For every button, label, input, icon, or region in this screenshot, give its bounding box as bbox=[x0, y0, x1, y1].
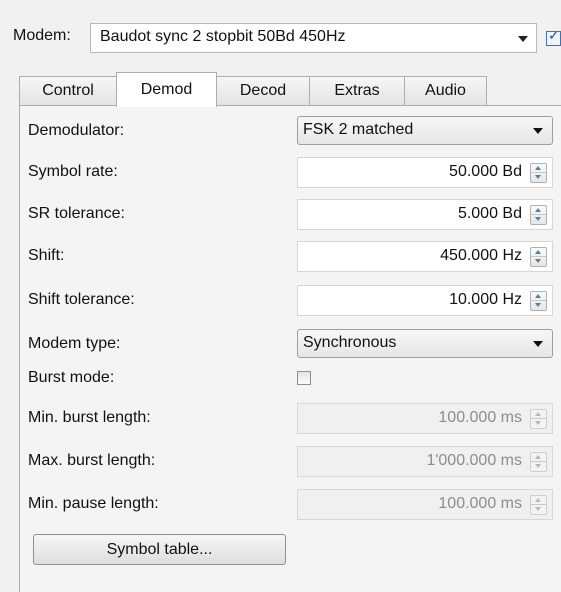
shift-label: Shift: bbox=[28, 247, 65, 264]
min-pause-length-spinbox[interactable]: 100.000 ms bbox=[297, 489, 553, 520]
increment-arrow-icon[interactable] bbox=[531, 206, 546, 215]
min-pause-length-label: Min. pause length: bbox=[28, 495, 159, 512]
modem-type-select[interactable]: Synchronous bbox=[297, 329, 553, 358]
modem-enable-checkbox[interactable]: ✓ bbox=[546, 31, 561, 46]
modem-type-label: Modem type: bbox=[28, 335, 121, 352]
chevron-down-icon bbox=[533, 341, 543, 347]
increment-arrow-icon[interactable] bbox=[531, 410, 546, 419]
tab-control[interactable]: Control bbox=[19, 76, 117, 106]
demodulator-value: FSK 2 matched bbox=[303, 121, 414, 138]
shift-tolerance-spinbox[interactable]: 10.000 Hz bbox=[297, 285, 553, 316]
shift-tolerance-value: 10.000 Hz bbox=[449, 291, 522, 308]
decrement-arrow-icon[interactable] bbox=[531, 257, 546, 266]
increment-arrow-icon[interactable] bbox=[531, 292, 546, 301]
max-burst-length-label: Max. burst length: bbox=[28, 452, 156, 469]
decrement-arrow-icon[interactable] bbox=[531, 419, 546, 428]
shift-spinbox[interactable]: 450.000 Hz bbox=[297, 241, 553, 272]
increment-arrow-icon[interactable] bbox=[531, 496, 546, 505]
symbol-rate-label: Symbol rate: bbox=[28, 163, 118, 180]
sr-tolerance-row: SR tolerance: 5.000 Bd bbox=[20, 198, 561, 231]
sr-tolerance-label: SR tolerance: bbox=[28, 205, 125, 222]
symbol-rate-value: 50.000 Bd bbox=[449, 163, 522, 180]
max-burst-length-spinbox[interactable]: 1'000.000 ms bbox=[297, 446, 553, 477]
modem-row: Modem: Baudot sync 2 stopbit 50Bd 450Hz … bbox=[0, 0, 561, 72]
demodulator-label: Demodulator: bbox=[28, 122, 125, 139]
min-burst-length-spinbox[interactable]: 100.000 ms bbox=[297, 403, 553, 434]
modem-select[interactable]: Baudot sync 2 stopbit 50Bd 450Hz bbox=[90, 23, 537, 53]
shift-value: 450.000 Hz bbox=[440, 247, 522, 264]
symbol-table-button[interactable]: Symbol table... bbox=[33, 534, 286, 565]
shift-stepper bbox=[530, 247, 547, 267]
tab-decod[interactable]: Decod bbox=[216, 76, 310, 106]
modem-label: Modem: bbox=[13, 27, 71, 44]
demod-panel: Demodulator: FSK 2 matched Symbol rate: … bbox=[19, 105, 561, 592]
min-burst-length-row: Min. burst length: 100.000 ms bbox=[20, 402, 561, 435]
chevron-down-icon bbox=[533, 128, 543, 134]
chevron-down-icon bbox=[518, 36, 528, 42]
symbol-rate-row: Symbol rate: 50.000 Bd bbox=[20, 156, 561, 189]
decrement-arrow-icon[interactable] bbox=[531, 173, 546, 182]
min-pause-length-value: 100.000 ms bbox=[438, 495, 522, 512]
shift-tolerance-stepper bbox=[530, 291, 547, 311]
min-burst-length-value: 100.000 ms bbox=[438, 409, 522, 426]
sr-tolerance-stepper bbox=[530, 205, 547, 225]
demodulator-row: Demodulator: FSK 2 matched bbox=[20, 116, 561, 147]
sr-tolerance-spinbox[interactable]: 5.000 Bd bbox=[297, 199, 553, 230]
tab-audio[interactable]: Audio bbox=[404, 76, 487, 106]
shift-row: Shift: 450.000 Hz bbox=[20, 240, 561, 273]
tab-demod[interactable]: Demod bbox=[116, 72, 217, 107]
min-burst-length-stepper bbox=[530, 409, 547, 429]
tab-extras[interactable]: Extras bbox=[309, 76, 405, 106]
decrement-arrow-icon[interactable] bbox=[531, 505, 546, 514]
demodulator-select[interactable]: FSK 2 matched bbox=[297, 116, 553, 145]
increment-arrow-icon[interactable] bbox=[531, 453, 546, 462]
min-pause-length-row: Min. pause length: 100.000 ms bbox=[20, 488, 561, 521]
checkmark-icon: ✓ bbox=[548, 31, 560, 44]
symbol-rate-spinbox[interactable]: 50.000 Bd bbox=[297, 157, 553, 188]
burst-mode-checkbox[interactable] bbox=[297, 371, 311, 385]
decrement-arrow-icon[interactable] bbox=[531, 215, 546, 224]
max-burst-length-row: Max. burst length: 1'000.000 ms bbox=[20, 445, 561, 478]
sr-tolerance-value: 5.000 Bd bbox=[457, 205, 522, 222]
modem-settings-window: Modem: Baudot sync 2 stopbit 50Bd 450Hz … bbox=[0, 0, 561, 592]
burst-mode-row: Burst mode: bbox=[20, 368, 561, 390]
decrement-arrow-icon[interactable] bbox=[531, 301, 546, 310]
symbol-rate-stepper bbox=[530, 163, 547, 183]
increment-arrow-icon[interactable] bbox=[531, 164, 546, 173]
increment-arrow-icon[interactable] bbox=[531, 248, 546, 257]
max-burst-length-value: 1'000.000 ms bbox=[426, 452, 522, 469]
modem-select-value: Baudot sync 2 stopbit 50Bd 450Hz bbox=[100, 28, 346, 45]
modem-type-value: Synchronous bbox=[303, 334, 397, 351]
min-pause-length-stepper bbox=[530, 495, 547, 515]
modem-type-row: Modem type: Synchronous bbox=[20, 329, 561, 360]
burst-mode-label: Burst mode: bbox=[28, 369, 115, 386]
min-burst-length-label: Min. burst length: bbox=[28, 409, 151, 426]
shift-tolerance-label: Shift tolerance: bbox=[28, 291, 135, 308]
shift-tolerance-row: Shift tolerance: 10.000 Hz bbox=[20, 284, 561, 317]
decrement-arrow-icon[interactable] bbox=[531, 462, 546, 471]
max-burst-length-stepper bbox=[530, 452, 547, 472]
